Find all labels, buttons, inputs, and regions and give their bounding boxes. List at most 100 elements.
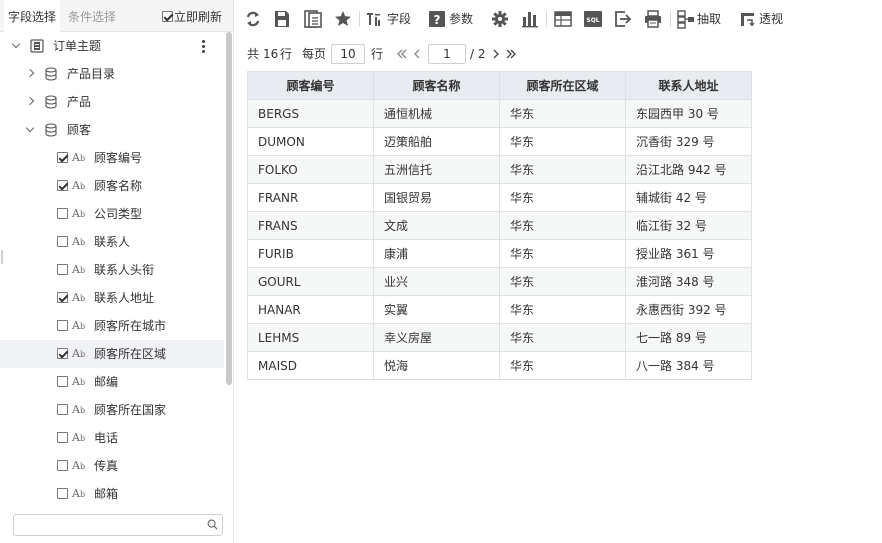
text-field-icon: Ab: [72, 431, 86, 444]
table-cell: 悦海: [373, 351, 500, 380]
more-options-icon[interactable]: [197, 32, 209, 60]
refresh-icon: [246, 11, 260, 27]
table-cell: FRANR: [247, 183, 374, 212]
field-checkbox[interactable]: [57, 208, 68, 219]
tree-field-item[interactable]: Ab 邮编: [0, 368, 224, 396]
tab-condition-select[interactable]: 条件选择: [64, 0, 120, 32]
field-checkbox[interactable]: [57, 376, 68, 387]
param-icon: ?: [429, 11, 445, 27]
field-search-box[interactable]: [13, 514, 223, 536]
table-row[interactable]: GOURL 业兴 华东 淮河路 348 号: [247, 267, 752, 296]
gear-icon: [492, 11, 508, 27]
toolbar-divider: [670, 11, 671, 27]
table-row[interactable]: FRANR 国银贸易 华东 辅城街 42 号: [247, 183, 752, 212]
field-label: 联系人头衔: [94, 263, 155, 277]
column-header[interactable]: 联系人地址: [625, 71, 752, 100]
tree-field-item[interactable]: Ab 邮箱: [0, 480, 224, 508]
tree-scrollbar-thumb[interactable]: [226, 32, 232, 385]
table-cell: DUMON: [247, 127, 374, 156]
print-button[interactable]: [644, 9, 662, 29]
table-row[interactable]: HANAR 实翼 华东 永惠西街 392 号: [247, 295, 752, 324]
tree-field-item[interactable]: Ab 顾客所在区域: [0, 340, 224, 368]
tree-node-label: 产品: [67, 95, 92, 109]
tree-node-group[interactable]: 产品目录: [0, 60, 224, 88]
settings-button[interactable]: [491, 9, 509, 29]
param-button[interactable]: ? 参数: [429, 9, 475, 29]
column-header[interactable]: 顾客编号: [247, 71, 374, 100]
field-checkbox[interactable]: [57, 152, 68, 163]
tab-field-select[interactable]: 字段选择: [4, 0, 61, 33]
text-field-icon: Ab: [72, 207, 86, 220]
table-cell: 实翼: [373, 295, 500, 324]
pivot-button[interactable]: 透视: [740, 9, 786, 29]
field-checkbox[interactable]: [57, 236, 68, 247]
table-row[interactable]: FOLKO 五洲信托 华东 沿江北路 942 号: [247, 155, 752, 184]
table-view-button[interactable]: [554, 9, 572, 29]
search-input[interactable]: [16, 516, 202, 534]
tree-field-item[interactable]: Ab 联系人地址: [0, 284, 224, 312]
table-cell: 华东: [499, 351, 626, 380]
tree-node-group[interactable]: 顾客: [0, 116, 224, 144]
table-cell: 淮河路 348 号: [625, 267, 752, 296]
save-button[interactable]: [274, 9, 290, 29]
field-checkbox[interactable]: [57, 404, 68, 415]
table-cell: 康浦: [373, 239, 500, 268]
last-page-icon[interactable]: [505, 48, 517, 60]
field-label: 联系人: [94, 235, 131, 249]
chevron-down-icon[interactable]: [10, 32, 22, 60]
field-checkbox[interactable]: [57, 180, 68, 191]
table-cell: 沿江北路 942 号: [625, 155, 752, 184]
table-cell: 文成: [373, 211, 500, 240]
save-as-button[interactable]: [304, 9, 322, 29]
tree-node-group[interactable]: 产品: [0, 88, 224, 116]
prev-page-icon[interactable]: [411, 48, 423, 60]
tree-field-item[interactable]: Ab 联系人: [0, 228, 224, 256]
field-checkbox[interactable]: [57, 348, 68, 359]
tree-field-item[interactable]: Ab 顾客名称: [0, 172, 224, 200]
param-button-label: 参数: [449, 12, 474, 26]
table-row[interactable]: LEHMS 幸义房屋 华东 七一路 89 号: [247, 323, 752, 352]
favorite-button[interactable]: [334, 9, 352, 29]
tree-field-item[interactable]: Ab 电话: [0, 424, 224, 452]
chevron-down-icon[interactable]: [24, 116, 36, 144]
current-page-input[interactable]: 1: [428, 44, 466, 64]
panel-resize-handle[interactable]: [1, 250, 3, 264]
table-row[interactable]: FRANS 文成 华东 临江街 32 号: [247, 211, 752, 240]
page-size-input[interactable]: 10: [331, 44, 365, 64]
field-checkbox[interactable]: [57, 292, 68, 303]
tree-node-root[interactable]: 订单主题: [0, 32, 224, 60]
table-row[interactable]: MAISD 悦海 华东 八一路 384 号: [247, 351, 752, 380]
field-checkbox[interactable]: [57, 320, 68, 331]
table-row[interactable]: FURIB 康浦 华东 授业路 361 号: [247, 239, 752, 268]
table-row[interactable]: BERGS 通恒机械 华东 东园西甲 30 号: [247, 99, 752, 128]
field-checkbox[interactable]: [57, 460, 68, 471]
table-cell: 东园西甲 30 号: [625, 99, 752, 128]
column-header[interactable]: 顾客所在区域: [499, 71, 626, 100]
chart-button[interactable]: [521, 9, 539, 29]
tree-field-item[interactable]: Ab 公司类型: [0, 200, 224, 228]
tree-field-item[interactable]: Ab 联系人头衔: [0, 256, 224, 284]
pivot-button-label: 透视: [759, 12, 784, 26]
field-checkbox[interactable]: [57, 432, 68, 443]
field-checkbox[interactable]: [57, 264, 68, 275]
refresh-button[interactable]: [245, 9, 261, 29]
field-checkbox[interactable]: [57, 488, 68, 499]
field-button-label: 字段: [387, 12, 412, 26]
column-header[interactable]: 顾客名称: [373, 71, 500, 100]
chevron-right-icon[interactable]: [24, 88, 36, 116]
sql-button[interactable]: SQL: [584, 9, 602, 29]
tree-field-item[interactable]: Ab 顾客编号: [0, 144, 224, 172]
table-row[interactable]: DUMON 迈策船舶 华东 沉香街 329 号: [247, 127, 752, 156]
tree-field-item[interactable]: Ab 顾客所在国家: [0, 396, 224, 424]
extract-button[interactable]: 抽取: [677, 9, 723, 29]
auto-refresh-checkbox[interactable]: [162, 11, 173, 22]
search-icon[interactable]: [207, 519, 218, 530]
next-page-icon[interactable]: [490, 48, 502, 60]
auto-refresh-toggle[interactable]: 立即刷新: [162, 0, 222, 32]
chevron-right-icon[interactable]: [24, 60, 36, 88]
first-page-icon[interactable]: [396, 48, 408, 60]
tree-field-item[interactable]: Ab 传真: [0, 452, 224, 480]
field-button[interactable]: 字段: [366, 9, 412, 29]
export-button[interactable]: [614, 9, 632, 29]
tree-field-item[interactable]: Ab 顾客所在城市: [0, 312, 224, 340]
